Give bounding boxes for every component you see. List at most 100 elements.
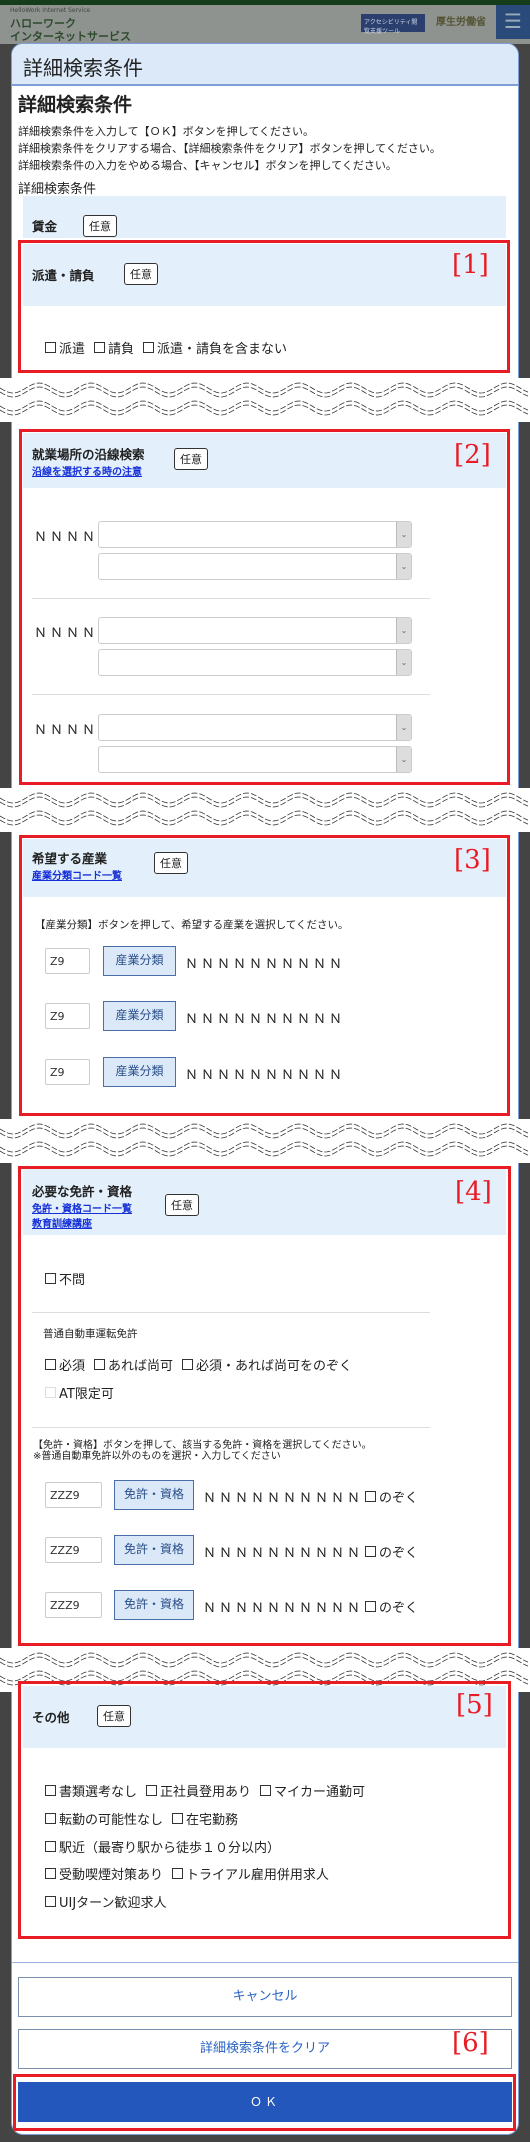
optional-badge: 任意 (154, 852, 188, 874)
chevron-down-icon: ⌄ (396, 522, 411, 547)
license-exclude-checkbox[interactable]: のぞく (365, 1487, 418, 1506)
license-select-button[interactable]: 免許・資格 (114, 1590, 194, 1620)
railway-row-label: ＮＮＮＮ (34, 723, 99, 738)
other-option-checkbox[interactable]: 書類選考なし (45, 1781, 137, 1800)
clear-conditions-button[interactable]: 詳細検索条件をクリア (18, 2029, 512, 2069)
other-option-checkbox[interactable]: トライアル雇用併用求人 (172, 1864, 329, 1883)
industry-classification-button[interactable]: 産業分類 (103, 946, 176, 976)
license-name: ＮＮＮＮＮＮＮＮＮＮ (203, 1546, 364, 1561)
other-options-row: 受動喫煙対策あり トライアル雇用併用求人 (45, 1864, 338, 1883)
license-header: 必要な免許・資格 免許・資格コード一覧 教育訓練講座 (32, 1181, 132, 1230)
wave-lines (0, 1123, 529, 1157)
station-select[interactable]: ⌄ (98, 649, 412, 676)
dispatch-option-checkbox[interactable]: 派遣 (45, 338, 85, 357)
car-license-option-checkbox[interactable]: あれば尚可 (94, 1355, 173, 1374)
dispatch-option-checkbox[interactable]: 派遣・請負を含まない (143, 338, 287, 357)
industry-name: ＮＮＮＮＮＮＮＮＮＮ (185, 1068, 346, 1083)
railway-row-label: ＮＮＮＮ (34, 626, 99, 641)
accessibility-tool-button[interactable]: アクセシビリティ閲覧支援ツール (361, 14, 425, 35)
other-option-checkbox[interactable]: UIJターン歓迎求人 (45, 1892, 167, 1911)
checkbox-box (45, 1785, 56, 1796)
license-exclude-checkbox[interactable]: のぞく (365, 1597, 418, 1616)
ok-button[interactable]: ＯＫ (18, 2082, 512, 2122)
optional-badge: 任意 (174, 448, 208, 470)
license-select-button[interactable]: 免許・資格 (114, 1535, 194, 1565)
station-select[interactable]: ⌄ (98, 746, 412, 773)
checkbox-box (45, 1840, 56, 1852)
page-break-wave (0, 378, 530, 422)
checkbox-box (45, 1359, 56, 1370)
site-header: HelloWork Internet Service ハローワーク インターネッ… (0, 0, 530, 44)
wage-label: 賃金 (32, 219, 58, 234)
annotation-label: [6] (452, 2028, 489, 2058)
other-option-checkbox[interactable]: 在宅勤務 (172, 1809, 238, 1828)
car-license-label: 普通自動車運転免許 (43, 1328, 138, 1340)
chevron-down-icon: ⌄ (396, 618, 411, 643)
license-code-list-link[interactable]: 免許・資格コード一覧 (32, 1200, 132, 1215)
cancel-button[interactable]: キャンセル (18, 1977, 512, 2017)
dispatch-option-checkbox[interactable]: 請負 (94, 338, 134, 357)
industry-classification-button[interactable]: 産業分類 (103, 1001, 176, 1031)
checkbox-box (182, 1359, 194, 1370)
other-options-row: UIJターン歓迎求人 (45, 1892, 176, 1911)
chevron-down-icon: ⌄ (396, 650, 411, 675)
railway-caution-link[interactable]: 沿線を選択する時の注意 (32, 463, 145, 478)
page-break-wave (0, 788, 530, 832)
optional-badge: 任意 (165, 1194, 199, 1216)
other-option-checkbox[interactable]: 駅近（最寄り駅から徒歩１０分以内） (45, 1837, 280, 1856)
license-label: 必要な免許・資格 (32, 1184, 133, 1199)
industry-code-list-link[interactable]: 産業分類コード一覧 (32, 867, 122, 882)
other-options-row: 書類選考なし 正社員登用あり マイカー通勤可 (45, 1781, 374, 1800)
other-option-checkbox[interactable]: 転勤の可能性なし (45, 1809, 163, 1828)
checkbox-box (146, 1785, 158, 1796)
industry-classification-button[interactable]: 産業分類 (103, 1057, 176, 1087)
railway-line-select[interactable]: ⌄ (98, 714, 412, 741)
industry-header: 希望する産業 産業分類コード一覧 (32, 848, 122, 882)
railway-line-select[interactable]: ⌄ (98, 617, 412, 644)
other-option-checkbox[interactable]: 受動喫煙対策あり (45, 1864, 163, 1883)
ministry-logo: 厚生労働省 (436, 17, 486, 28)
checkbox-box (45, 342, 56, 353)
hamburger-icon[interactable]: ☰ (496, 5, 530, 39)
railway-row-label: ＮＮＮＮ (34, 530, 99, 545)
checkbox-box (365, 1546, 376, 1557)
station-select[interactable]: ⌄ (98, 553, 412, 580)
service-name-en: HelloWork Internet Service (10, 7, 91, 14)
industry-code-input[interactable]: Z9 (45, 1003, 90, 1029)
other-options-row: 転勤の可能性なし 在宅勤務 (45, 1809, 247, 1828)
license-any-checkbox[interactable]: 不問 (45, 1269, 85, 1288)
license-code-input[interactable]: ZZZ9 (45, 1592, 102, 1618)
subheading: 詳細検索条件 (18, 182, 97, 197)
car-license-option-checkbox[interactable]: 必須 (45, 1355, 85, 1374)
checkbox-box (172, 1812, 184, 1824)
checkbox-box (143, 342, 155, 353)
industry-instruction: 【産業分類】ボタンを押して、希望する産業を選択してください。 (35, 919, 349, 931)
other-option-checkbox[interactable]: 正社員登用あり (146, 1781, 251, 1800)
industry-code-input[interactable]: Z9 (45, 1059, 90, 1085)
car-license-option-checkbox[interactable]: 必須・あれば尚可をのぞく (182, 1355, 352, 1374)
instruction: 詳細検索条件の入力をやめる場合、【キャンセル】ボタンを押してください。 (18, 159, 397, 172)
checkbox-box (45, 1812, 56, 1824)
license-name: ＮＮＮＮＮＮＮＮＮＮ (203, 1491, 364, 1506)
other-options-row: 駅近（最寄り駅から徒歩１０分以内） (45, 1837, 289, 1856)
annotation-label: [1] (452, 250, 489, 280)
training-course-link[interactable]: 教育訓練講座 (32, 1215, 132, 1230)
optional-badge: 任意 (124, 263, 158, 285)
industry-code-input[interactable]: Z9 (45, 948, 90, 974)
railway-line-select[interactable]: ⌄ (98, 521, 412, 548)
license-exclude-checkbox[interactable]: のぞく (365, 1542, 418, 1561)
checkbox-box (365, 1491, 376, 1502)
railway-label: 就業場所の沿線検索 (32, 447, 145, 462)
at-only-checkbox[interactable]: AT限定可 (45, 1383, 114, 1402)
chevron-down-icon: ⌄ (396, 747, 411, 772)
checkbox-box (260, 1785, 272, 1796)
other-option-checkbox[interactable]: マイカー通勤可 (260, 1781, 365, 1800)
license-code-input[interactable]: ZZZ9 (45, 1482, 102, 1508)
annotation-label: [5] (456, 1690, 493, 1720)
license-code-input[interactable]: ZZZ9 (45, 1537, 102, 1563)
annotation-label: [4] (455, 1177, 492, 1207)
industry-name: ＮＮＮＮＮＮＮＮＮＮ (185, 957, 346, 972)
divider (32, 598, 430, 599)
license-select-button[interactable]: 免許・資格 (114, 1480, 194, 1510)
wave-lines (0, 382, 529, 416)
